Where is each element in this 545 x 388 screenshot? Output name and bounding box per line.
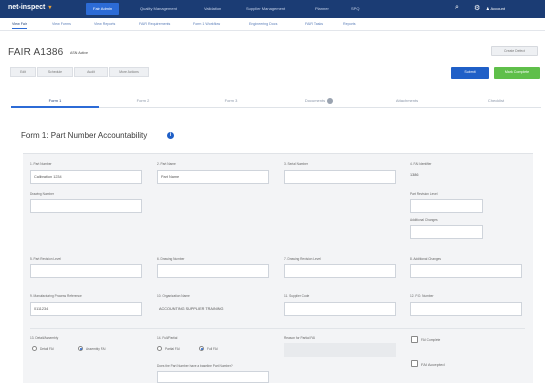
part-name-label: 2. Part Name: [157, 162, 176, 166]
subnav-view-reports[interactable]: View Reports: [94, 22, 115, 26]
tab-documents[interactable]: Documents: [275, 94, 363, 108]
subnav-form1-workflow[interactable]: Form 1 Workflow: [193, 22, 220, 26]
tab-form2[interactable]: Form 2: [99, 94, 187, 108]
rev-level-label: 5. Part Revision Level: [30, 257, 62, 261]
search-icon[interactable]: ⌕: [455, 4, 459, 12]
documents-count-badge: [327, 98, 334, 104]
subnav-fair-requirements[interactable]: FAIR Requirements: [139, 22, 170, 26]
user-menu[interactable]: ♟ Account: [486, 6, 505, 11]
additional-changes-8-label: 8. Additional Changes: [410, 257, 442, 261]
fai-complete-checkbox[interactable]: [411, 336, 418, 343]
po-number-field[interactable]: [410, 302, 522, 316]
mark-complete-button[interactable]: Mark Complete: [494, 67, 540, 79]
partial-fai-radio[interactable]: [157, 346, 162, 351]
tab-form1[interactable]: Form 1: [11, 94, 99, 108]
detail-fai-radio[interactable]: [32, 346, 37, 351]
create-defect-button[interactable]: Create Defect: [491, 46, 538, 56]
fai-complete-label: FAI Complete: [421, 338, 441, 342]
drawing-no-label: 6. Drawing Number: [157, 257, 185, 261]
rev-level-field[interactable]: [30, 264, 142, 278]
status-badge: ASN Active: [70, 51, 88, 55]
page-title: FAIR A1386: [8, 47, 64, 58]
detail-assembly-label: 13. Detail/Assembly: [30, 336, 59, 340]
sub-nav: View Fair View Forms View Reports FAIR R…: [0, 18, 545, 31]
tab-attachments[interactable]: Attachments: [363, 94, 451, 108]
additional-changes-field[interactable]: [410, 225, 483, 239]
fai-accepted-checkbox[interactable]: [411, 360, 418, 367]
partial-reason-field: [284, 343, 396, 357]
edit-button[interactable]: Edit: [10, 67, 36, 77]
nav-spq[interactable]: SPQ: [351, 6, 359, 11]
baseline-question-label: Does the Part Number have a baseline Par…: [157, 364, 233, 368]
supplier-code-field[interactable]: [284, 302, 396, 316]
app-logo[interactable]: net-inspect ▾: [8, 4, 51, 11]
assembly-fai-radio[interactable]: [78, 346, 83, 351]
serial-number-field[interactable]: [284, 170, 396, 184]
part-name-field[interactable]: Part Name: [157, 170, 269, 184]
po-number-label: 12. P.O. Number: [410, 294, 434, 298]
logo-dropdown-icon[interactable]: ▾: [48, 5, 51, 11]
additional-changes-label: Additional Changes: [410, 218, 438, 222]
nav-supplier-management[interactable]: Supplier Management: [246, 6, 285, 11]
fai-identifier-value: 1386: [410, 173, 419, 177]
org-name-field: ACCOUNTING SUPPLIER TRAINING: [155, 302, 271, 316]
nav-fair-admin[interactable]: Fair Admin: [86, 3, 120, 15]
mfg-process-ref-field[interactable]: 0111234: [30, 302, 142, 316]
supplier-code-label: 11. Supplier Code: [284, 294, 310, 298]
subnav-fair-tasks[interactable]: FAIR Tasks: [305, 22, 323, 26]
full-fai-option-label: Full FAI: [207, 347, 218, 351]
subnav-view-forms[interactable]: View Forms: [52, 22, 71, 26]
partial-fai-option-label: Partial FAI: [165, 347, 180, 351]
drawing-number-label: Drawing Number: [30, 192, 54, 196]
part-number-label: 1. Part Number: [30, 162, 52, 166]
drawing-rev-field[interactable]: [284, 264, 396, 278]
part-revision-label: Part Revision Level: [410, 192, 438, 196]
form-divider: [30, 328, 525, 329]
part-revision-field[interactable]: [410, 199, 483, 213]
subnav-reports[interactable]: Reports: [343, 22, 356, 26]
fai-accepted-label: FAI Accepted: [421, 362, 445, 367]
schedule-button[interactable]: Schedule: [37, 67, 73, 77]
tab-form3[interactable]: Form 3: [187, 94, 275, 108]
fai-type-label: 14. Full/Partial: [157, 336, 178, 340]
additional-changes-8-field[interactable]: [410, 264, 522, 278]
tab-documents-label: Documents: [304, 98, 326, 104]
partial-reason-label: Reason for Partial FAI: [284, 336, 316, 340]
serial-number-label: 3. Serial Number: [284, 162, 308, 166]
full-fai-radio[interactable]: [199, 346, 204, 351]
top-nav: net-inspect ▾ Fair Admin Quality Manageme…: [0, 0, 545, 18]
drawing-rev-label: 7. Drawing Revision Level: [284, 257, 321, 261]
drawing-number-field[interactable]: [30, 199, 142, 213]
detail-fai-option-label: Detail FAI: [40, 347, 54, 351]
baseline-question-field[interactable]: [157, 371, 269, 383]
mfg-process-ref-label: 9. Manufacturing Process Reference: [30, 294, 82, 298]
assembly-fai-option-label: Assembly FAI: [86, 347, 106, 351]
nav-validation[interactable]: Validation: [204, 6, 221, 11]
tab-checklist[interactable]: Checklist: [451, 94, 541, 108]
gear-icon[interactable]: ⚙: [474, 4, 480, 12]
form-tabs: Form 1 Form 2 Form 3 Documents Attachmen…: [11, 94, 541, 108]
nav-planner[interactable]: Planner: [315, 6, 329, 11]
audit-button[interactable]: Audit: [74, 67, 108, 77]
form-heading: Form 1: Part Number Accountability: [21, 131, 148, 140]
submit-button[interactable]: Submit: [451, 67, 489, 79]
more-actions-button[interactable]: More Actions: [109, 67, 149, 77]
subnav-view-fair[interactable]: View Fair: [12, 22, 27, 29]
fai-identifier-label: 4. FAI Identifier: [410, 162, 432, 166]
info-icon[interactable]: i: [167, 132, 174, 139]
org-name-label: 10. Organization Name: [157, 294, 190, 298]
nav-quality-management[interactable]: Quality Management: [140, 6, 177, 11]
subnav-engineering-docs[interactable]: Engineering Docs: [249, 22, 277, 26]
part-number-field[interactable]: Calibration 1234: [30, 170, 142, 184]
drawing-no-field[interactable]: [157, 264, 269, 278]
